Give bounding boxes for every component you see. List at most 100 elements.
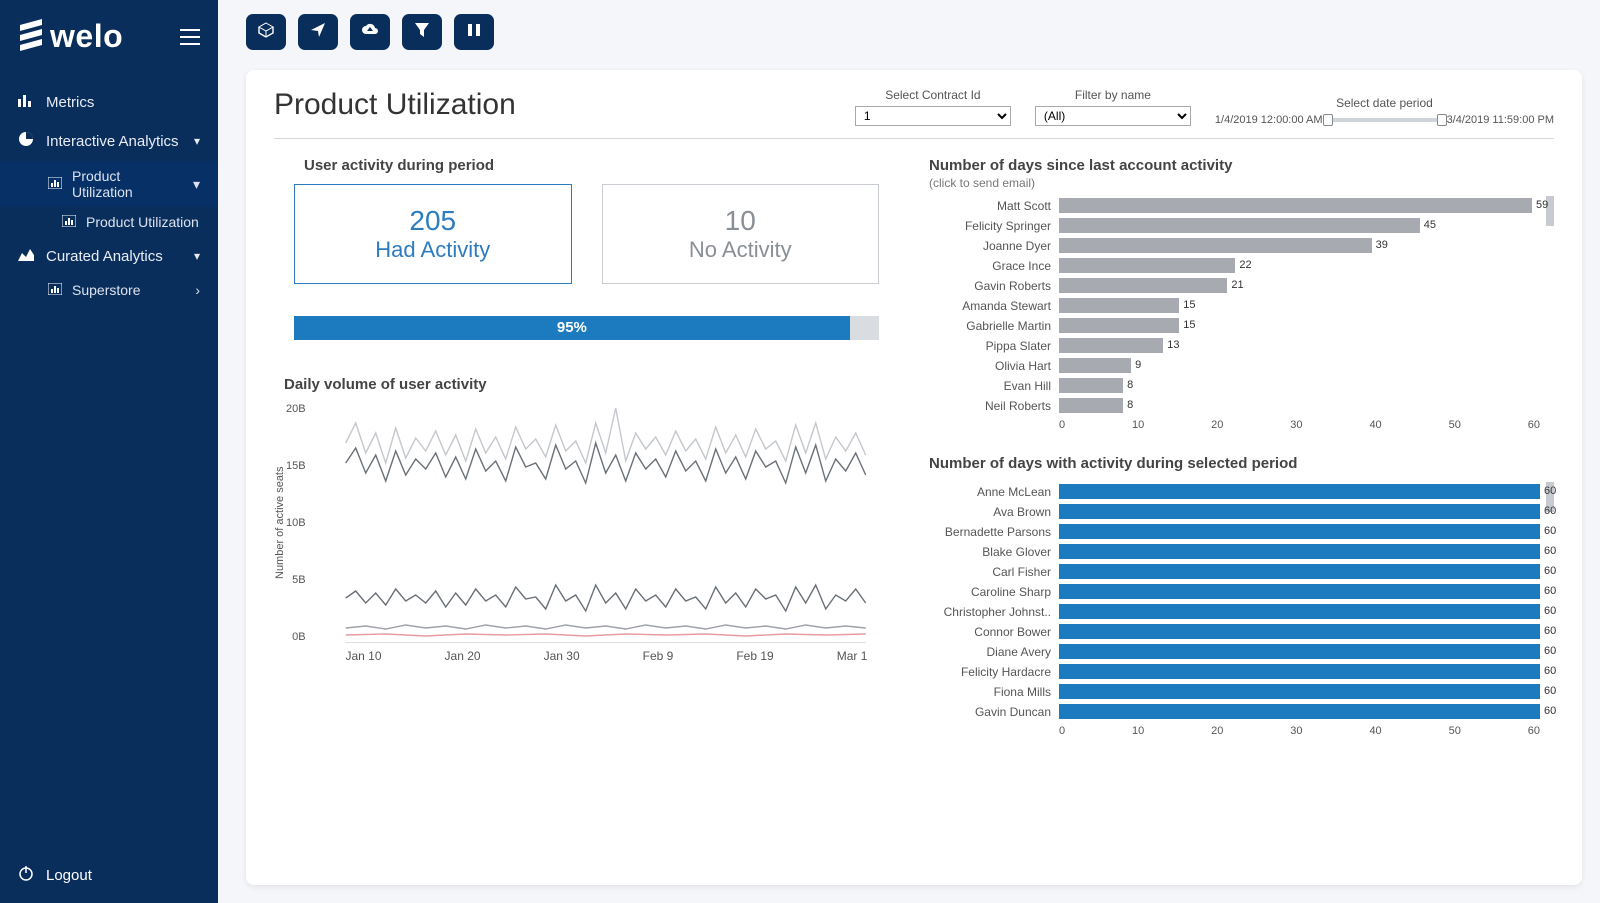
bar-track: 60 [1059, 604, 1540, 619]
right-column: Number of days since last account activi… [929, 157, 1554, 863]
tick: Feb 19 [736, 649, 773, 663]
tick: 10 [1132, 419, 1144, 431]
bar-value: 60 [1540, 484, 1556, 499]
small-chart-icon [62, 214, 76, 230]
tick: 30 [1290, 725, 1302, 737]
inactive-subtitle: (click to send email) [929, 176, 1554, 190]
nav-sub-product-utilization[interactable]: Product Utilization ▾ [0, 161, 218, 207]
slider-track[interactable] [1325, 118, 1445, 122]
tick: 10 [1132, 725, 1144, 737]
nav-metrics[interactable]: Metrics [0, 83, 218, 121]
bar-fill [1059, 338, 1163, 353]
bar-row[interactable]: Gabrielle Martin15 [929, 316, 1540, 335]
bar-track: 60 [1059, 544, 1540, 559]
toolbar-filter-button[interactable] [402, 14, 442, 50]
bar-row[interactable]: Anne McLean60 [929, 482, 1540, 501]
bar-row[interactable]: Felicity Hardacre60 [929, 662, 1540, 681]
bar-value: 9 [1131, 358, 1141, 373]
bar-row[interactable]: Caroline Sharp60 [929, 582, 1540, 601]
kpi-no-activity[interactable]: 10 No Activity [602, 184, 880, 284]
tick: 60 [1528, 419, 1540, 431]
bar-row[interactable]: Blake Glover60 [929, 542, 1540, 561]
nav-interactive-analytics[interactable]: Interactive Analytics ▾ [0, 121, 218, 161]
line-chart[interactable]: Number of active seats 20B15B10B5B0B [274, 403, 899, 643]
filter-label: Select Contract Id [855, 88, 1011, 102]
slider-thumb-end[interactable] [1437, 114, 1447, 126]
nav-sub-superstore[interactable]: Superstore › [0, 275, 218, 305]
card-header: Product Utilization Select Contract Id 1… [274, 88, 1554, 139]
bar-label: Grace Ince [929, 259, 1059, 273]
bar-value: 60 [1540, 524, 1556, 539]
kpi-value: 205 [305, 205, 561, 237]
logout-button[interactable]: Logout [0, 847, 218, 903]
kpi-value: 10 [613, 205, 869, 237]
nav-label: Metrics [46, 94, 94, 111]
kpi-title: User activity during period [274, 157, 899, 174]
nav-sub2-product-utilization[interactable]: Product Utilization [0, 207, 218, 237]
bar-track: 60 [1059, 704, 1540, 719]
daily-volume-section: Daily volume of user activity Number of … [274, 376, 899, 663]
kpi-row: 205 Had Activity 10 No Activity [274, 184, 899, 284]
bar-row[interactable]: Gavin Roberts21 [929, 276, 1540, 295]
toolbar-cube-button[interactable] [246, 14, 286, 50]
bar-label: Evan Hill [929, 379, 1059, 393]
filter-name: Filter by name (All) [1035, 88, 1191, 126]
bar-row[interactable]: Neil Roberts8 [929, 396, 1540, 415]
menu-toggle-icon[interactable] [180, 29, 200, 45]
slider-thumb-start[interactable] [1323, 114, 1333, 126]
cloud-upload-icon [361, 23, 379, 41]
bar-row[interactable]: Matt Scott59 [929, 196, 1540, 215]
logo-row: welo [0, 14, 218, 83]
bar-label: Neil Roberts [929, 399, 1059, 413]
chevron-down-icon: ▾ [193, 176, 200, 193]
bar-fill [1059, 298, 1179, 313]
bar-row[interactable]: Connor Bower60 [929, 622, 1540, 641]
nav-curated-analytics[interactable]: Curated Analytics ▾ [0, 237, 218, 275]
bar-value: 21 [1227, 278, 1243, 293]
x-ticks: 0102030405060 [1059, 725, 1540, 737]
filter-label: Select date period [1215, 96, 1554, 110]
contract-select[interactable]: 1 [855, 106, 1011, 126]
bar-label: Carl Fisher [929, 565, 1059, 579]
bar-fill [1059, 358, 1131, 373]
bar-label: Anne McLean [929, 485, 1059, 499]
bar-row[interactable]: Bernadette Parsons60 [929, 522, 1540, 541]
active-barchart[interactable]: Anne McLean60Ava Brown60Bernadette Parso… [929, 482, 1540, 721]
toolbar-cloud-button[interactable] [350, 14, 390, 50]
sidebar: welo Metrics Interactive Analytics ▾ Pro… [0, 0, 218, 903]
bar-fill [1059, 218, 1420, 233]
toolbar-columns-button[interactable] [454, 14, 494, 50]
bar-track: 8 [1059, 378, 1540, 393]
bar-fill [1059, 278, 1227, 293]
power-icon [18, 865, 34, 885]
tick: 50 [1449, 725, 1461, 737]
bar-row[interactable]: Olivia Hart9 [929, 356, 1540, 375]
bar-row[interactable]: Pippa Slater13 [929, 336, 1540, 355]
bar-row[interactable]: Felicity Springer45 [929, 216, 1540, 235]
bar-row[interactable]: Grace Ince22 [929, 256, 1540, 275]
bar-row[interactable]: Ava Brown60 [929, 502, 1540, 521]
kpi-had-activity[interactable]: 205 Had Activity [294, 184, 572, 284]
name-select[interactable]: (All) [1035, 106, 1191, 126]
left-column: User activity during period 205 Had Acti… [274, 157, 899, 863]
bar-fill [1059, 238, 1372, 253]
kpi-label: No Activity [613, 237, 869, 263]
nav-sub-label: Product Utilization [72, 168, 183, 200]
bar-row[interactable]: Fiona Mills60 [929, 682, 1540, 701]
bar-track: 60 [1059, 624, 1540, 639]
bar-fill [1059, 544, 1540, 559]
date-range-slider[interactable]: 1/4/2019 12:00:00 AM 3/4/2019 11:59:00 P… [1215, 114, 1554, 126]
bar-row[interactable]: Carl Fisher60 [929, 562, 1540, 581]
bar-row[interactable]: Joanne Dyer39 [929, 236, 1540, 255]
send-icon [310, 22, 326, 42]
bar-row[interactable]: Diane Avery60 [929, 642, 1540, 661]
bar-row[interactable]: Christopher Johnst..60 [929, 602, 1540, 621]
bar-row[interactable]: Evan Hill8 [929, 376, 1540, 395]
bar-value: 60 [1540, 584, 1556, 599]
bar-value: 13 [1163, 338, 1179, 353]
tick: Jan 10 [346, 649, 382, 663]
toolbar-send-button[interactable] [298, 14, 338, 50]
bar-row[interactable]: Amanda Stewart15 [929, 296, 1540, 315]
bar-row[interactable]: Gavin Duncan60 [929, 702, 1540, 721]
inactive-barchart[interactable]: Matt Scott59Felicity Springer45Joanne Dy… [929, 196, 1540, 415]
